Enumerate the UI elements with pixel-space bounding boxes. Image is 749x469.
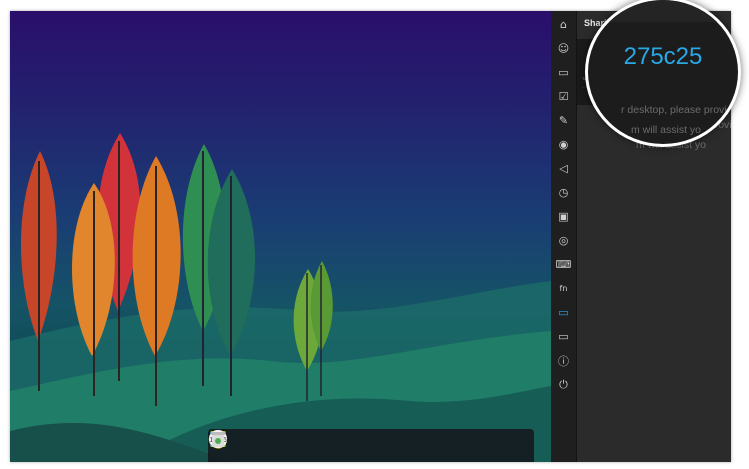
mouse-icon[interactable]: ◎	[555, 232, 572, 249]
magnifier-line-2: m will assist yo	[631, 124, 702, 136]
dock: 10:25	[208, 429, 534, 462]
keyboard-icon[interactable]: ⌨	[555, 256, 572, 273]
settings-side-rail: ⌂ ☺ ▭ ☑ ✎ ◉ ◁ ◷ ▣ ◎ ⌨ fn ▭ ▭ ⓘ ⏻	[551, 11, 577, 462]
browser-icon[interactable]	[209, 430, 423, 458]
magnifier-line-1: r desktop, please provid	[621, 104, 733, 116]
trash-icon[interactable]	[211, 432, 529, 458]
file-manager-icon[interactable]	[210, 432, 264, 458]
shortcuts-icon[interactable]: fn	[555, 280, 572, 297]
account-icon[interactable]: ☺	[555, 40, 572, 57]
shutdown-icon[interactable]: ⏻	[555, 376, 572, 393]
wallpaper-art	[10, 133, 551, 462]
chrome-icon[interactable]	[208, 430, 370, 458]
app-store-icon[interactable]	[211, 431, 290, 458]
network-icon[interactable]: ◉	[555, 136, 572, 153]
magnifier-instruction-text: r desktop, please provid m will assist y…	[621, 100, 738, 140]
system-info-icon[interactable]: ⓘ	[555, 352, 572, 369]
desktop-wallpaper: 10:25	[10, 11, 551, 462]
music-icon[interactable]	[210, 431, 317, 458]
zoom-magnifier: 275c25 r desktop, please provid m will a…	[588, 0, 738, 144]
clock-icon[interactable]	[209, 430, 449, 458]
calendar-icon[interactable]: 10:25	[209, 430, 502, 458]
sound-icon[interactable]: ◁	[555, 160, 572, 177]
verification-code[interactable]: 275c25	[588, 43, 738, 71]
default-apps-icon[interactable]: ☑	[555, 88, 572, 105]
magnifier-header-band	[588, 0, 738, 22]
power-icon[interactable]: ▣	[555, 208, 572, 225]
display-icon[interactable]: ▭	[555, 64, 572, 81]
system-update-icon[interactable]: ▭	[555, 328, 572, 345]
remote-assistance-icon[interactable]	[209, 430, 476, 458]
sharing-icon[interactable]: ▭	[555, 304, 572, 321]
video-icon[interactable]	[210, 432, 343, 458]
personalization-icon[interactable]: ✎	[555, 112, 572, 129]
settings-icon[interactable]	[210, 431, 396, 458]
home-icon[interactable]: ⌂	[555, 16, 572, 33]
time-icon[interactable]: ◷	[555, 184, 572, 201]
